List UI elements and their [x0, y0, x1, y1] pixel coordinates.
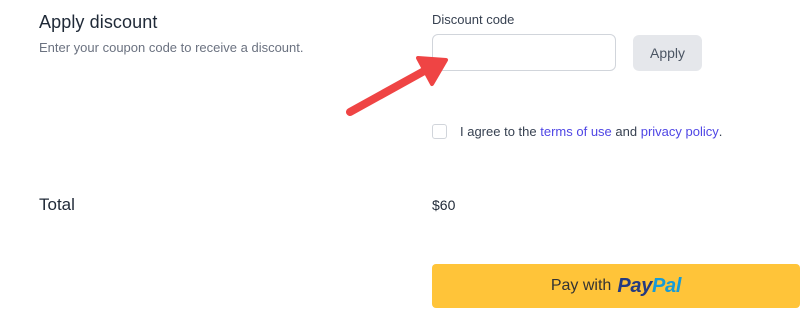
agree-prefix: I agree to the: [460, 124, 537, 139]
agree-suffix: .: [718, 124, 723, 139]
apply-discount-title: Apply discount: [39, 12, 158, 32]
paypal-logo-pay: Pay: [617, 274, 653, 297]
agree-conjunction: and: [615, 124, 638, 139]
checkout-panel: Apply discount Enter your coupon code to…: [0, 0, 808, 315]
total-label: Total: [39, 195, 75, 214]
pay-with-label: Pay with: [550, 277, 612, 294]
discount-code-input[interactable]: [432, 34, 616, 71]
paypal-logo: PayPal: [617, 275, 681, 298]
privacy-policy-link[interactable]: privacy policy: [641, 124, 719, 139]
terms-checkbox[interactable]: [432, 124, 447, 139]
paypal-logo-pal: Pal: [652, 274, 682, 297]
terms-of-use-link[interactable]: terms of use: [540, 124, 612, 139]
terms-agreement-row: I agree to the terms of use and privacy …: [432, 124, 722, 139]
pay-with-paypal-button[interactable]: Pay with PayPal: [432, 264, 800, 308]
apply-discount-description: Enter your coupon code to receive a disc…: [39, 40, 304, 55]
total-value: $60: [432, 197, 456, 213]
red-arrow-icon: [346, 56, 448, 116]
apply-button[interactable]: Apply: [633, 35, 702, 71]
discount-code-label: Discount code: [432, 12, 515, 27]
